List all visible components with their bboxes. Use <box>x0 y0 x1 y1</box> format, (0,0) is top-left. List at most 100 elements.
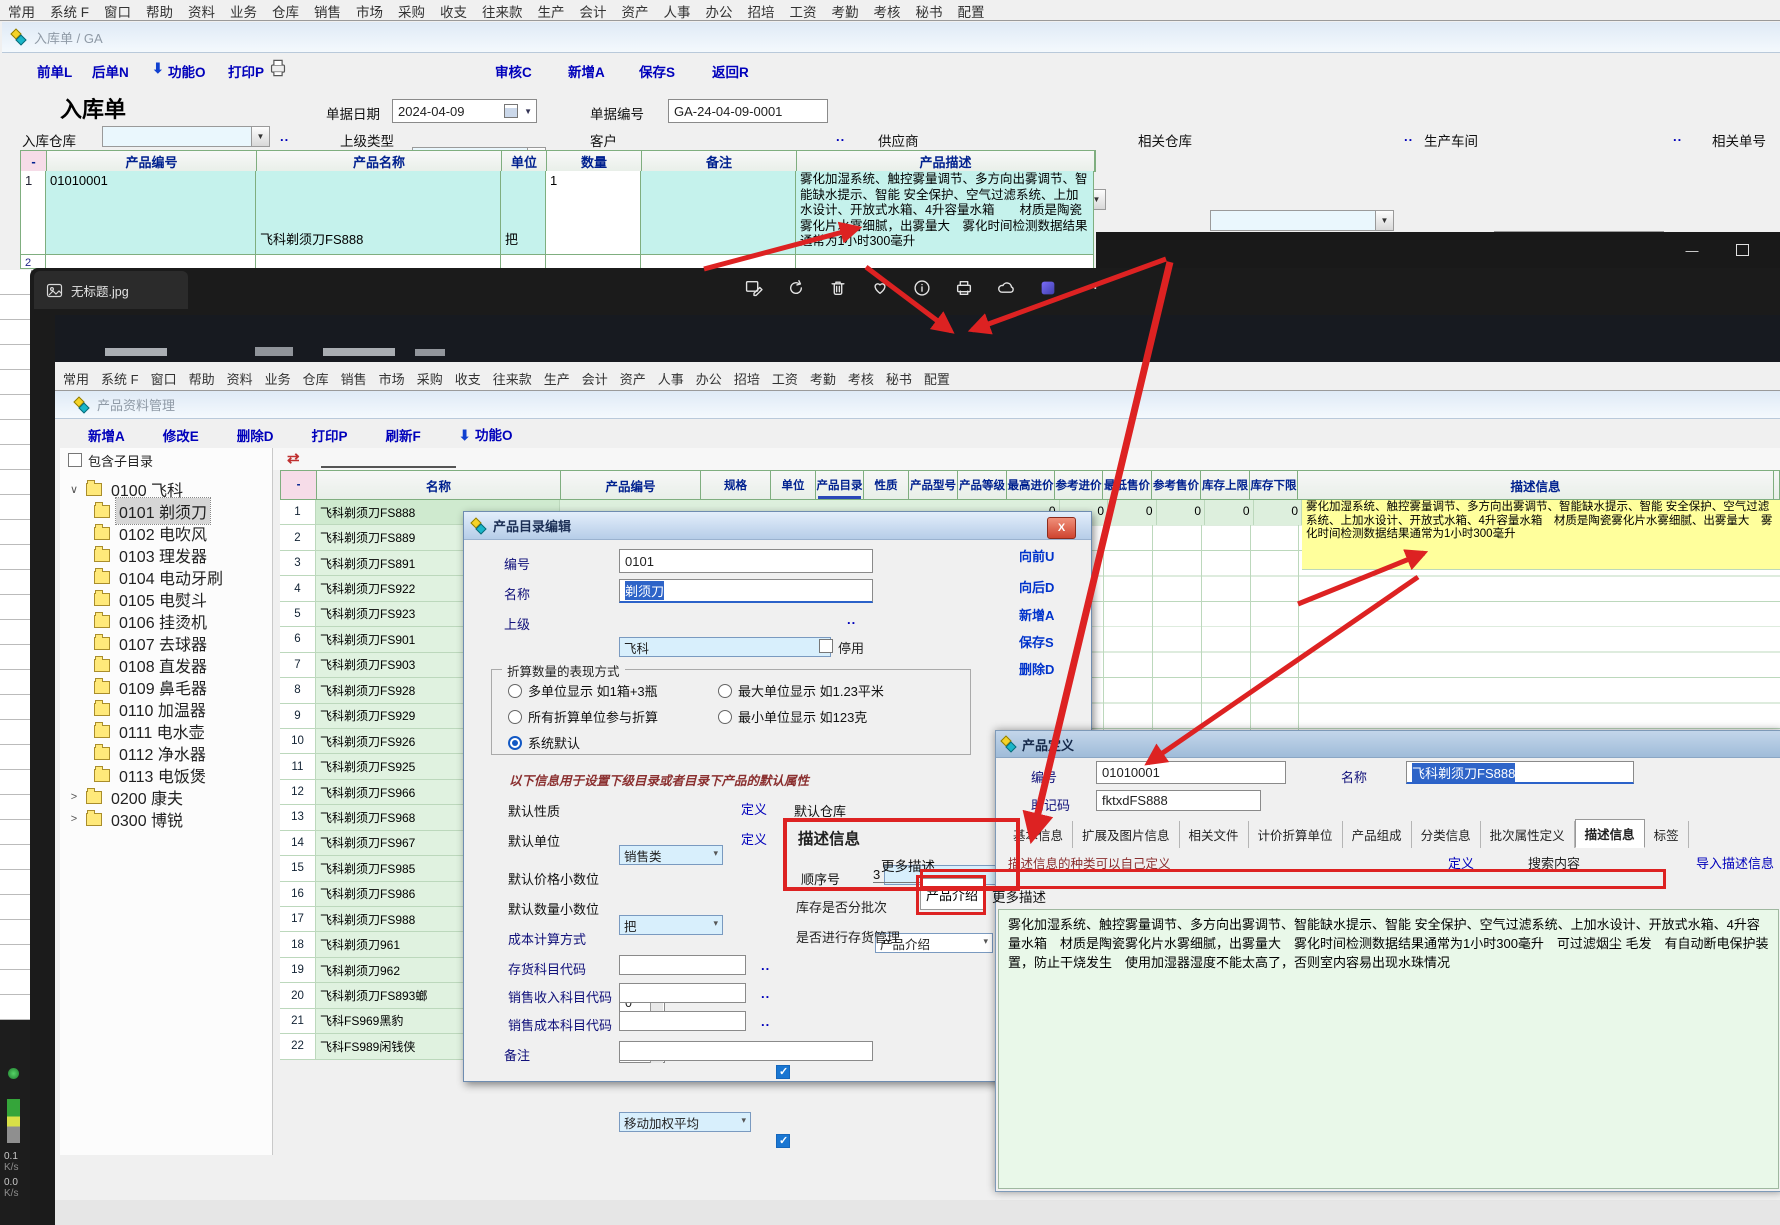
menu-item[interactable]: 销售 <box>341 369 367 388</box>
menu-item[interactable]: 人事 <box>664 1 691 21</box>
menu-item[interactable]: 工资 <box>790 1 817 21</box>
delete-icon[interactable] <box>824 274 852 302</box>
menu-item[interactable]: 往来款 <box>493 369 532 388</box>
column-header[interactable]: - <box>21 151 47 171</box>
menu-item[interactable]: 资料 <box>227 369 253 388</box>
menu-item[interactable]: 招培 <box>734 369 760 388</box>
menu-item[interactable]: 生产 <box>538 1 565 21</box>
tree-node[interactable]: 0105 电熨斗 <box>60 588 272 610</box>
default-unit-select[interactable]: 把▾ <box>619 915 723 935</box>
menu-item[interactable]: 收支 <box>455 369 481 388</box>
column-header[interactable]: 参考进价 <box>1055 471 1103 499</box>
column-header[interactable]: 单位 <box>502 151 547 171</box>
menu-item[interactable]: 销售 <box>314 1 341 21</box>
define-nature-link[interactable]: 定义 <box>741 799 767 818</box>
cloud-icon[interactable] <box>992 274 1020 302</box>
next-doc-button[interactable]: 后单N <box>92 61 129 81</box>
menu-item[interactable]: 考核 <box>874 1 901 21</box>
delete-button[interactable]: 删除D <box>237 425 274 445</box>
menu-item[interactable]: 常用 <box>8 1 35 21</box>
column-header[interactable]: 名称 <box>317 471 561 499</box>
column-header[interactable]: 产品型号 <box>909 471 958 499</box>
row1-description-cell[interactable]: 雾化加湿系统、触控雾量调节、多方向出雾调节、智能缺水提示、智能 安全保护、空气过… <box>1302 500 1780 570</box>
chevron-right-icon[interactable]: > <box>68 791 80 803</box>
tab-related-files[interactable]: 相关文件 <box>1180 821 1249 848</box>
edit-image-icon[interactable] <box>740 274 768 302</box>
menu-item[interactable]: 会计 <box>582 369 608 388</box>
functions-button[interactable]: 功能O <box>168 61 206 81</box>
tree-node[interactable]: 0102 电吹风 <box>60 522 272 544</box>
column-header[interactable]: 规格 <box>701 471 771 499</box>
price-cell[interactable]: 0 <box>1254 500 1303 525</box>
radio-min-unit[interactable]: 最小单位显示 如123克 <box>718 707 867 726</box>
column-header[interactable]: 备注 <box>642 151 797 171</box>
menu-item[interactable]: 业务 <box>265 369 291 388</box>
menu-item[interactable]: 市场 <box>379 369 405 388</box>
add-button[interactable]: 新增A <box>568 61 605 81</box>
menu-item[interactable]: 办公 <box>696 369 722 388</box>
column-header[interactable]: 产品编号 <box>561 471 701 499</box>
column-header[interactable]: 最高进价 <box>1007 471 1055 499</box>
edit-button[interactable]: 修改E <box>163 425 199 445</box>
menu-item[interactable]: 考勤 <box>832 1 859 21</box>
tree-node[interactable]: 0113 电饭煲 <box>60 764 272 786</box>
tree-node[interactable]: 0108 直发器 <box>60 654 272 676</box>
tree-node[interactable]: 0101 剃须刀 <box>60 500 272 522</box>
radio-multi-unit[interactable]: 多单位显示 如1箱+3瓶 <box>508 681 658 700</box>
sales-income-account-browse[interactable]: .. <box>761 986 770 1001</box>
product-description-area[interactable]: 雾化加湿系统、触控雾量调节、多方向出雾调节、智能缺水提示、智能 安全保护、空气过… <box>998 909 1779 1189</box>
tree-node[interactable]: 0104 电动牙刷 <box>60 566 272 588</box>
date-input[interactable]: 2024-04-09 ▼ <box>392 99 537 123</box>
column-header[interactable]: 描述信息 <box>1298 471 1774 499</box>
menu-item[interactable]: 采购 <box>398 1 425 21</box>
menu-item[interactable]: 系统 F <box>50 1 89 21</box>
chevron-right-icon[interactable]: > <box>68 813 80 825</box>
menu-item[interactable]: 窗口 <box>104 1 131 21</box>
disable-checkbox[interactable] <box>819 639 833 653</box>
default-nature-select[interactable]: 销售类▾ <box>619 845 723 865</box>
docno-input[interactable]: GA-24-04-09-0001 <box>668 99 828 123</box>
column-header[interactable]: 参考售价 <box>1152 471 1201 499</box>
menu-item[interactable]: 帮助 <box>146 1 173 21</box>
column-header[interactable]: - <box>281 471 317 499</box>
tree-node[interactable]: 0112 净水器 <box>60 742 272 764</box>
column-header[interactable]: 产品描述 <box>797 151 1095 171</box>
price-cell[interactable]: 0 <box>1108 500 1157 525</box>
pd-mnemonic-input[interactable]: fktxdFS888 <box>1096 790 1261 811</box>
pd-code-input[interactable]: 01010001 <box>1096 761 1286 784</box>
menu-item[interactable]: 窗口 <box>151 369 177 388</box>
column-header[interactable]: 最低售价 <box>1103 471 1152 499</box>
dialog-titlebar[interactable]: 产品目录编辑 <box>464 512 1091 540</box>
column-header[interactable]: 产品等级 <box>958 471 1007 499</box>
inventory-account-browse[interactable]: .. <box>761 958 770 973</box>
warehouse-browse[interactable]: .. <box>280 129 289 144</box>
tab-label[interactable]: 标签 <box>1645 821 1689 848</box>
menu-item[interactable]: 会计 <box>580 1 607 21</box>
define-desc-link[interactable]: 定义 <box>1448 853 1474 872</box>
tab-description-info[interactable]: 描述信息 <box>1575 819 1645 848</box>
tree-node-collapsed[interactable]: > 0200 康夫 <box>60 786 272 808</box>
tree-node[interactable]: 0106 挂烫机 <box>60 610 272 632</box>
column-header[interactable]: 产品名称 <box>257 151 502 171</box>
name-input[interactable]: 剃须刀 <box>619 579 873 603</box>
batch-checkbox[interactable] <box>776 1065 790 1079</box>
cost-method-select[interactable]: 移动加权平均▾ <box>619 1112 751 1132</box>
column-header[interactable]: 产品编号 <box>47 151 257 171</box>
print-button[interactable]: 打印P <box>228 61 264 81</box>
inventory-account-input[interactable] <box>619 955 746 975</box>
column-header[interactable]: 产品目录 <box>816 471 864 499</box>
prev-doc-button[interactable]: 前单L <box>37 61 72 81</box>
minimize-button[interactable]: — <box>1672 237 1712 263</box>
tab-product-composition[interactable]: 产品组成 <box>1343 821 1412 848</box>
menu-item[interactable]: 人事 <box>658 369 684 388</box>
workshop-browse[interactable]: .. <box>1673 129 1682 144</box>
date-dropdown-icon[interactable]: ▼ <box>524 107 532 116</box>
sales-income-account-input[interactable] <box>619 983 746 1003</box>
menu-item[interactable]: 工资 <box>772 369 798 388</box>
filter-underline[interactable] <box>321 466 456 468</box>
column-header[interactable]: 单位 <box>771 471 816 499</box>
maximize-button[interactable] <box>1722 237 1762 263</box>
column-header[interactable]: 性质 <box>864 471 909 499</box>
column-header[interactable]: 库存上限 <box>1201 471 1250 499</box>
print-icon[interactable] <box>950 274 978 302</box>
